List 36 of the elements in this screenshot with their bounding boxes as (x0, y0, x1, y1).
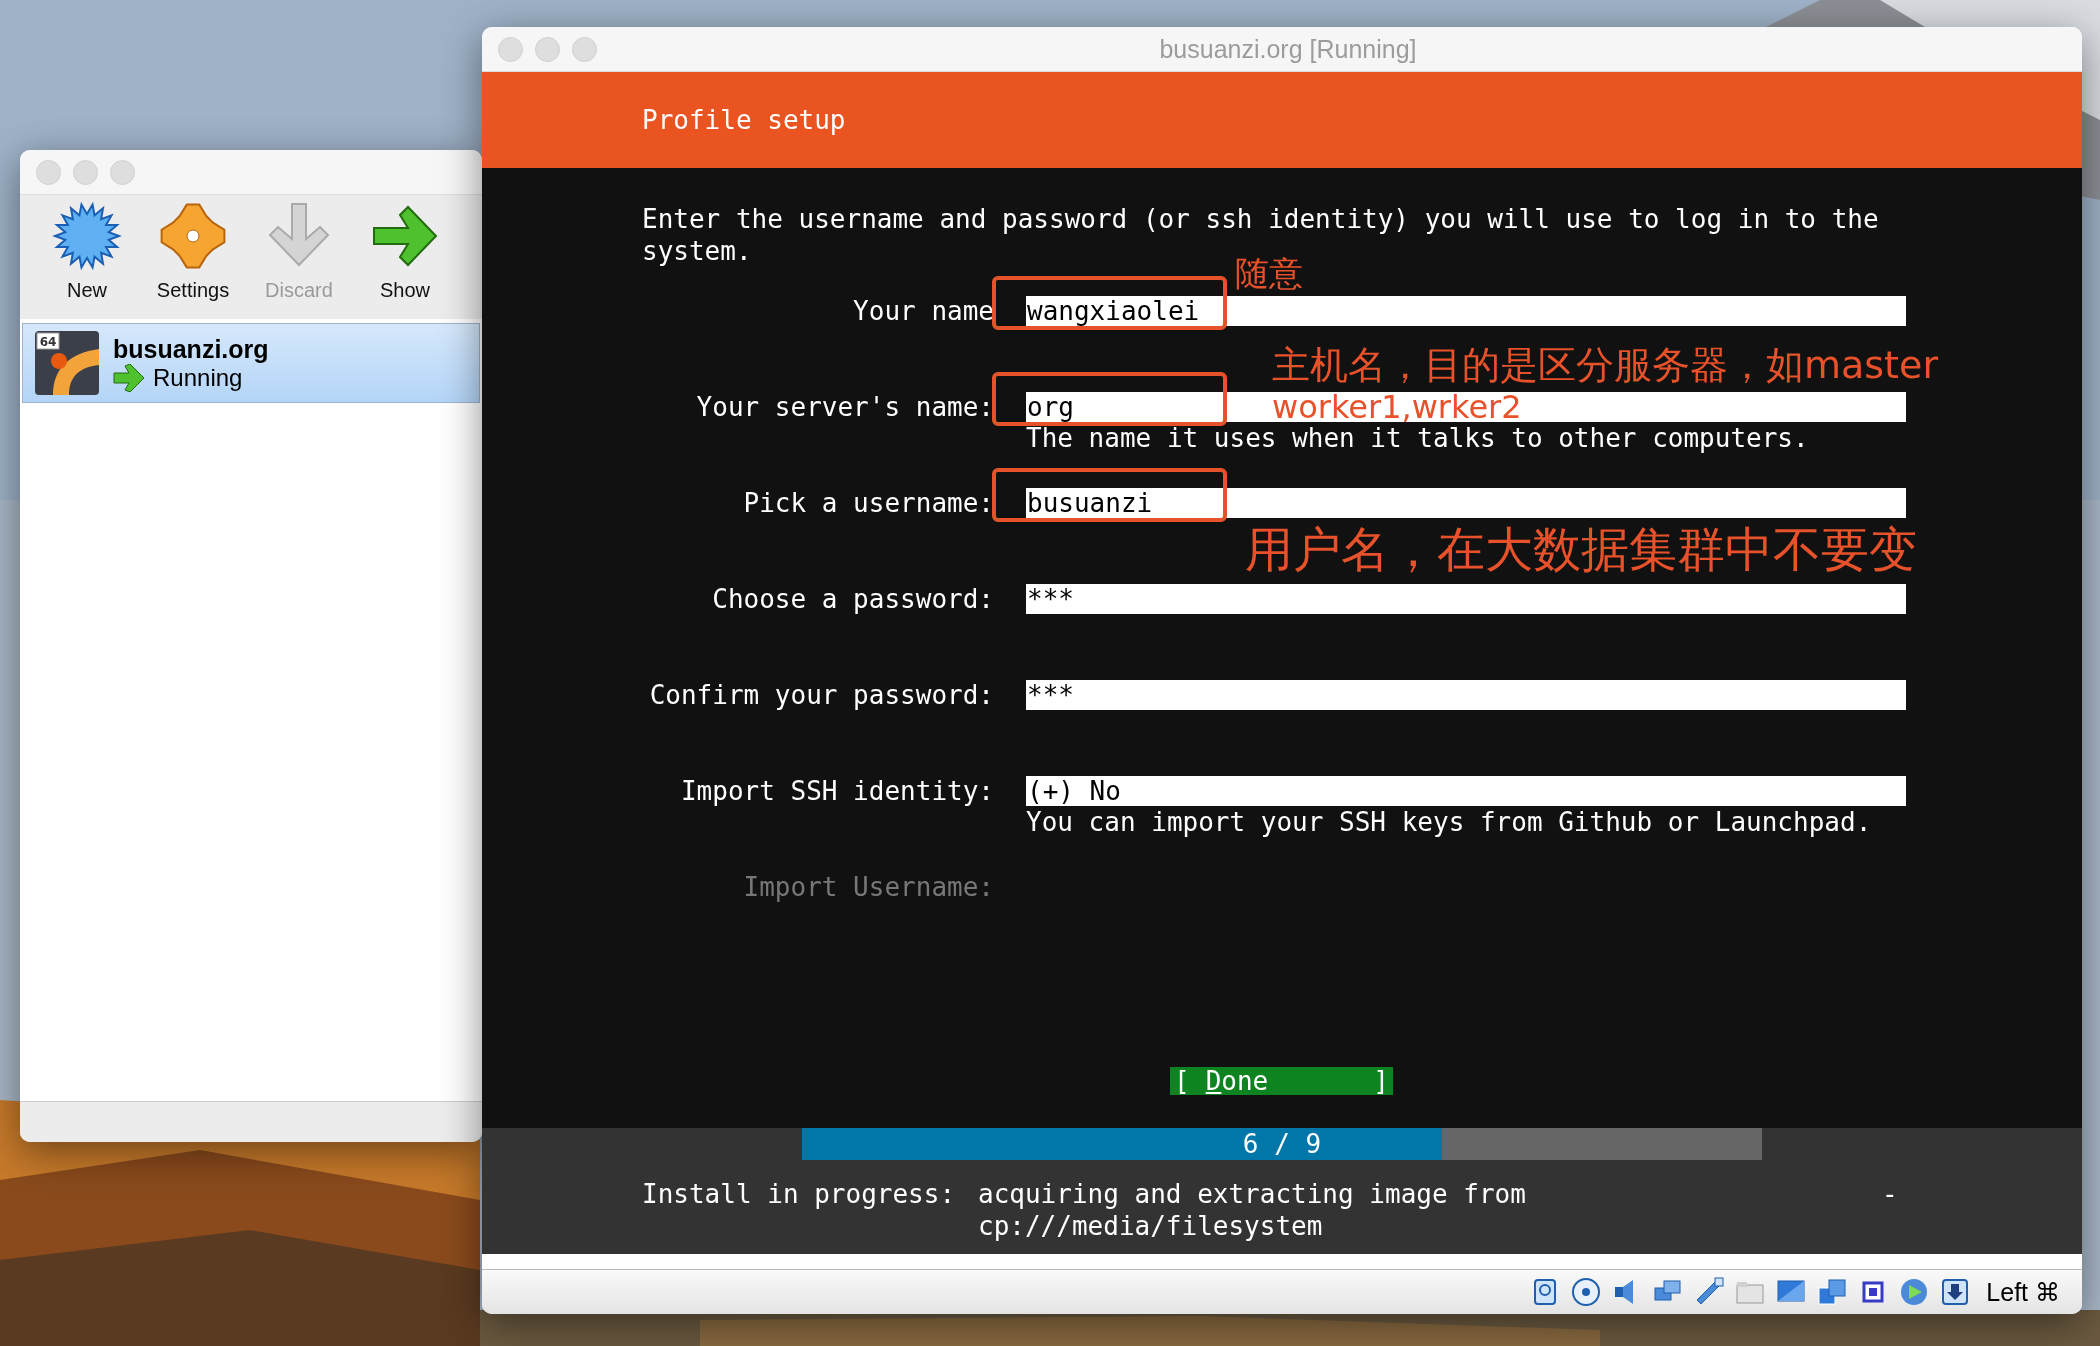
help-text: You can import your SSH keys from Github or Launchpad. (1026, 806, 1873, 838)
machine-list-item[interactable]: 64 busuanzi.org Running (22, 323, 480, 403)
right-arrow-icon (113, 363, 145, 392)
field-label: Import Username: (742, 872, 994, 902)
field-label: Choose a password: (711, 584, 994, 614)
field-label: Import SSH identity: (679, 776, 994, 808)
window-title: busuanzi.org [Running] (1158, 34, 1418, 64)
annotation-text: 用户名，在大数据集群中不要变 (1245, 523, 1917, 576)
status-message: cp:///media/filesystem (978, 1210, 1324, 1242)
disc-icon[interactable] (1570, 1276, 1603, 1308)
toolbar-button[interactable]: Settings (140, 201, 246, 302)
header-title: Profile setup (642, 104, 846, 136)
host-key-label: Left ⌘ (1986, 1277, 2060, 1307)
field-label: Your name (852, 296, 994, 326)
annotation-text: 主机名，目的是区分服务器，如master (1272, 345, 1938, 387)
input-field[interactable]: wangxiaolei (1026, 296, 1906, 326)
machine-status: Running (153, 363, 243, 392)
machine-name: busuanzi.org (113, 334, 269, 364)
done-button[interactable]: [ Done ] (1170, 1067, 1393, 1095)
status-label: Install in progress: (642, 1178, 957, 1211)
field-label: Confirm your password: (648, 680, 994, 710)
input-field[interactable]: *** (1026, 584, 1906, 614)
progress-label: 6 / 9 (1241, 1128, 1323, 1160)
input-field[interactable]: busuanzi (1026, 488, 1906, 518)
field-label: Pick a username: (742, 488, 994, 518)
starburst-icon (52, 201, 122, 271)
field-label: Your server's name: (695, 392, 994, 424)
spinner: - (1881, 1178, 1898, 1211)
gear-icon (158, 201, 228, 271)
windows-icon[interactable] (1816, 1276, 1849, 1308)
vm-os-icon: 64 (35, 331, 99, 395)
input-field[interactable]: (+) No (1026, 776, 1906, 806)
input-field[interactable]: *** (1026, 680, 1906, 710)
toolbar-button[interactable]: Show (352, 201, 458, 302)
status-message: acquiring and extracting image from (978, 1178, 1526, 1210)
toolbar-button[interactable]: New (34, 201, 140, 302)
